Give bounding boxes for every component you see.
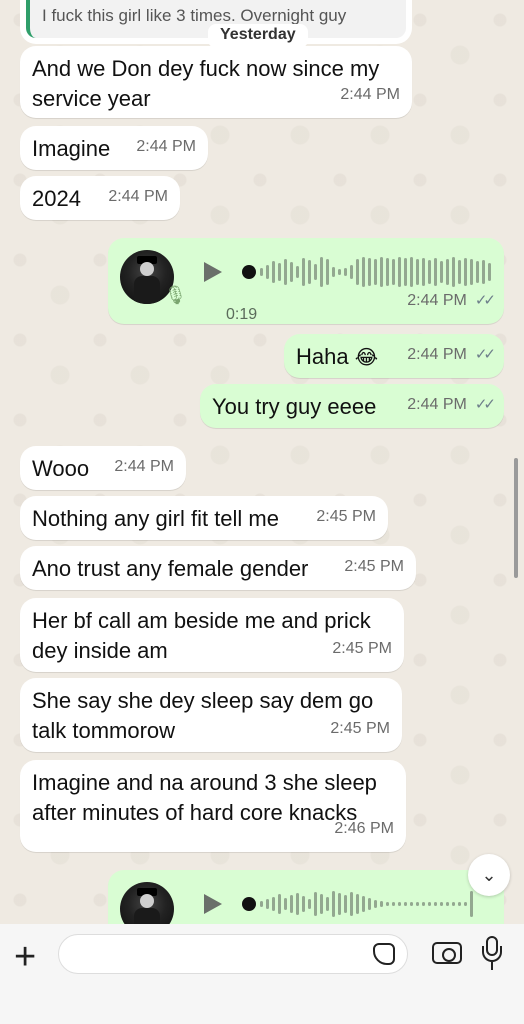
composer-bar: + <box>0 924 524 1024</box>
message-time: 2:45 PM <box>330 720 390 737</box>
message-time: 2:45 PM <box>344 558 404 575</box>
time-text: 2:44 PM <box>407 396 467 413</box>
play-icon[interactable] <box>204 262 222 282</box>
message-bubble-incoming[interactable]: Nothing any girl fit tell me 2:45 PM <box>20 496 388 540</box>
message-bubble-outgoing[interactable]: You try guy eeee 2:44 PM ✓✓ <box>200 384 504 428</box>
mic-badge-icon: 🎙 <box>164 285 187 305</box>
time-text: 2:44 PM <box>407 346 467 363</box>
seek-handle[interactable] <box>242 265 256 279</box>
plus-icon[interactable]: + <box>14 938 36 976</box>
waveform[interactable] <box>260 886 473 922</box>
read-ticks-icon: ✓✓ <box>474 292 496 309</box>
message-bubble-incoming[interactable]: Her bf call am beside me and prick dey i… <box>20 598 404 672</box>
message-bubble-incoming[interactable]: Imagine and na around 3 she sleep after … <box>20 760 406 852</box>
message-time: 2:44 PM <box>136 138 196 155</box>
chat-area[interactable]: I fuck this girl like 3 times. Overnight… <box>0 0 524 924</box>
message-time: 2:45 PM <box>316 508 376 525</box>
sticker-icon[interactable] <box>373 943 395 965</box>
message-bubble-incoming[interactable]: Ano trust any female gender 2:45 PM <box>20 546 416 590</box>
message-time: 2:46 PM <box>334 820 394 837</box>
microphone-icon[interactable] <box>480 936 504 972</box>
play-icon[interactable] <box>204 894 222 914</box>
message-time: 2:44 PM ✓✓ <box>407 390 496 420</box>
laughing-emoji-icon: 😂 <box>354 347 379 369</box>
read-ticks-icon: ✓✓ <box>474 346 496 363</box>
waveform[interactable] <box>260 254 491 290</box>
message-time: 2:45 PM <box>332 640 392 657</box>
scrollbar[interactable] <box>514 458 518 578</box>
message-time: 2:44 PM ✓✓ <box>407 286 496 316</box>
message-time: 2:44 PM ✓✓ <box>407 340 496 370</box>
message-bubble-incoming[interactable]: 2024 2:44 PM <box>20 176 180 220</box>
message-bubble-incoming[interactable]: Wooo 2:44 PM <box>20 446 186 490</box>
message-bubble-incoming[interactable]: Imagine 2:44 PM <box>20 126 208 170</box>
voice-message-bubble[interactable]: 🎙 0:19 2:44 PM ✓✓ <box>108 238 504 324</box>
read-ticks-icon: ✓✓ <box>474 396 496 413</box>
message-time: 2:44 PM <box>114 458 174 475</box>
scroll-down-button[interactable]: ⌄ <box>468 854 510 896</box>
date-chip: Yesterday <box>208 24 308 48</box>
camera-icon[interactable] <box>432 942 462 964</box>
time-text: 2:44 PM <box>407 292 467 309</box>
message-bubble-incoming[interactable]: She say she dey sleep say dem go talk to… <box>20 678 402 752</box>
message-bubble-outgoing[interactable]: Haha 😂 2:44 PM ✓✓ <box>284 334 504 378</box>
message-time: 2:44 PM <box>108 188 168 205</box>
avatar <box>120 882 174 924</box>
message-input[interactable] <box>58 934 408 974</box>
message-bubble-incoming[interactable]: And we Don dey fuck now since my service… <box>20 46 412 118</box>
message-time: 2:44 PM <box>340 86 400 103</box>
voice-message-bubble[interactable] <box>108 870 504 924</box>
chevron-down-icon: ⌄ <box>481 864 497 885</box>
seek-handle[interactable] <box>242 897 256 911</box>
voice-duration: 0:19 <box>226 306 258 323</box>
